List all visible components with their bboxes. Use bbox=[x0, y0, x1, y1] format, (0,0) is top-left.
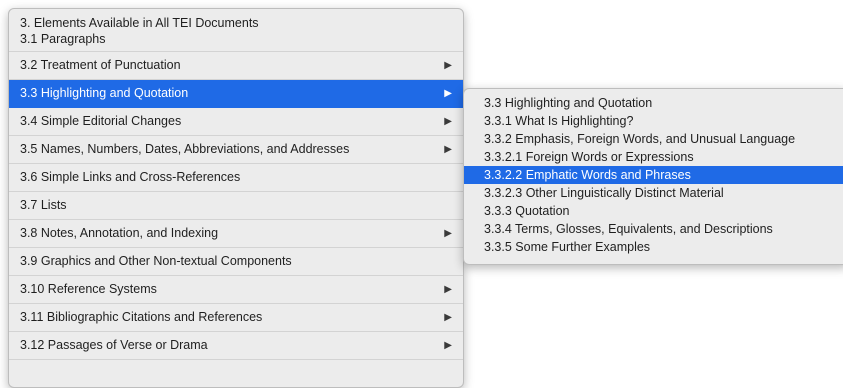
chevron-right-icon: ▶ bbox=[444, 284, 452, 295]
chevron-right-icon: ▶ bbox=[444, 116, 452, 127]
chevron-right-icon: ▶ bbox=[444, 312, 452, 323]
menu-item-label: 3.6 Simple Links and Cross-References bbox=[20, 170, 241, 184]
submenu-item[interactable]: 3.3.2.3 Other Linguistically Distinct Ma… bbox=[464, 184, 843, 202]
menu-item-label: 3.7 Lists bbox=[20, 198, 67, 212]
menu-item[interactable]: 3.8 Notes, Annotation, and Indexing ▶ bbox=[9, 220, 463, 248]
menu-item[interactable]: 3.3 Highlighting and Quotation ▶ bbox=[9, 80, 463, 108]
submenu-item[interactable]: 3.3.3 Quotation bbox=[464, 202, 843, 220]
menu-item[interactable]: 3.11 Bibliographic Citations and Referen… bbox=[9, 304, 463, 332]
submenu-item[interactable]: 3.3.2.1 Foreign Words or Expressions bbox=[464, 148, 843, 166]
chevron-right-icon: ▶ bbox=[444, 60, 452, 71]
chevron-right-icon: ▶ bbox=[444, 88, 452, 99]
menu-item[interactable]: 3.5 Names, Numbers, Dates, Abbreviations… bbox=[9, 136, 463, 164]
menu-item[interactable]: 3.4 Simple Editorial Changes ▶ bbox=[9, 108, 463, 136]
submenu-item[interactable]: 3.3.5 Some Further Examples bbox=[464, 238, 843, 256]
menu-item[interactable]: 3.10 Reference Systems ▶ bbox=[9, 276, 463, 304]
menu-item-label: 3.10 Reference Systems bbox=[20, 282, 157, 296]
menu-item[interactable]: 3.6 Simple Links and Cross-References bbox=[9, 164, 463, 192]
menu-item-label: 3.5 Names, Numbers, Dates, Abbreviations… bbox=[20, 142, 350, 156]
menu-item-label: 3.2 Treatment of Punctuation bbox=[20, 58, 181, 72]
menu-item-label: 3.3 Highlighting and Quotation bbox=[20, 86, 189, 100]
submenu-item[interactable]: 3.3.1 What Is Highlighting? bbox=[464, 112, 843, 130]
chevron-right-icon: ▶ bbox=[444, 340, 452, 351]
menu-header-line-paragraphs: 3.1 Paragraphs bbox=[20, 32, 106, 46]
menu-item[interactable]: 3.9 Graphics and Other Non-textual Compo… bbox=[9, 248, 463, 276]
menu-header-line-title: 3. Elements Available in All TEI Documen… bbox=[20, 16, 259, 30]
menu-header[interactable]: 3. Elements Available in All TEI Documen… bbox=[9, 9, 463, 52]
menu-item[interactable]: 3.7 Lists bbox=[9, 192, 463, 220]
menu-item-label: 3.11 Bibliographic Citations and Referen… bbox=[20, 310, 263, 324]
menu-item-label: 3.9 Graphics and Other Non-textual Compo… bbox=[20, 254, 292, 268]
menu-item[interactable]: 3.2 Treatment of Punctuation ▶ bbox=[9, 52, 463, 80]
main-menu: 3. Elements Available in All TEI Documen… bbox=[8, 8, 464, 388]
chevron-right-icon: ▶ bbox=[444, 144, 452, 155]
menu-item[interactable]: 3.12 Passages of Verse or Drama ▶ bbox=[9, 332, 463, 360]
submenu: 3.3 Highlighting and Quotation 3.3.1 What… bbox=[463, 88, 843, 265]
submenu-item[interactable]: 3.3.2 Emphasis, Foreign Words, and Unusu… bbox=[464, 130, 843, 148]
menu-item-label: 3.4 Simple Editorial Changes bbox=[20, 114, 182, 128]
submenu-item[interactable]: 3.3 Highlighting and Quotation bbox=[464, 94, 843, 112]
chevron-right-icon: ▶ bbox=[444, 228, 452, 239]
menu-item-label: 3.12 Passages of Verse or Drama bbox=[20, 338, 208, 352]
menu-item-label: 3.8 Notes, Annotation, and Indexing bbox=[20, 226, 219, 240]
submenu-item[interactable]: 3.3.2.2 Emphatic Words and Phrases bbox=[464, 166, 843, 184]
submenu-item[interactable]: 3.3.4 Terms, Glosses, Equivalents, and D… bbox=[464, 220, 843, 238]
